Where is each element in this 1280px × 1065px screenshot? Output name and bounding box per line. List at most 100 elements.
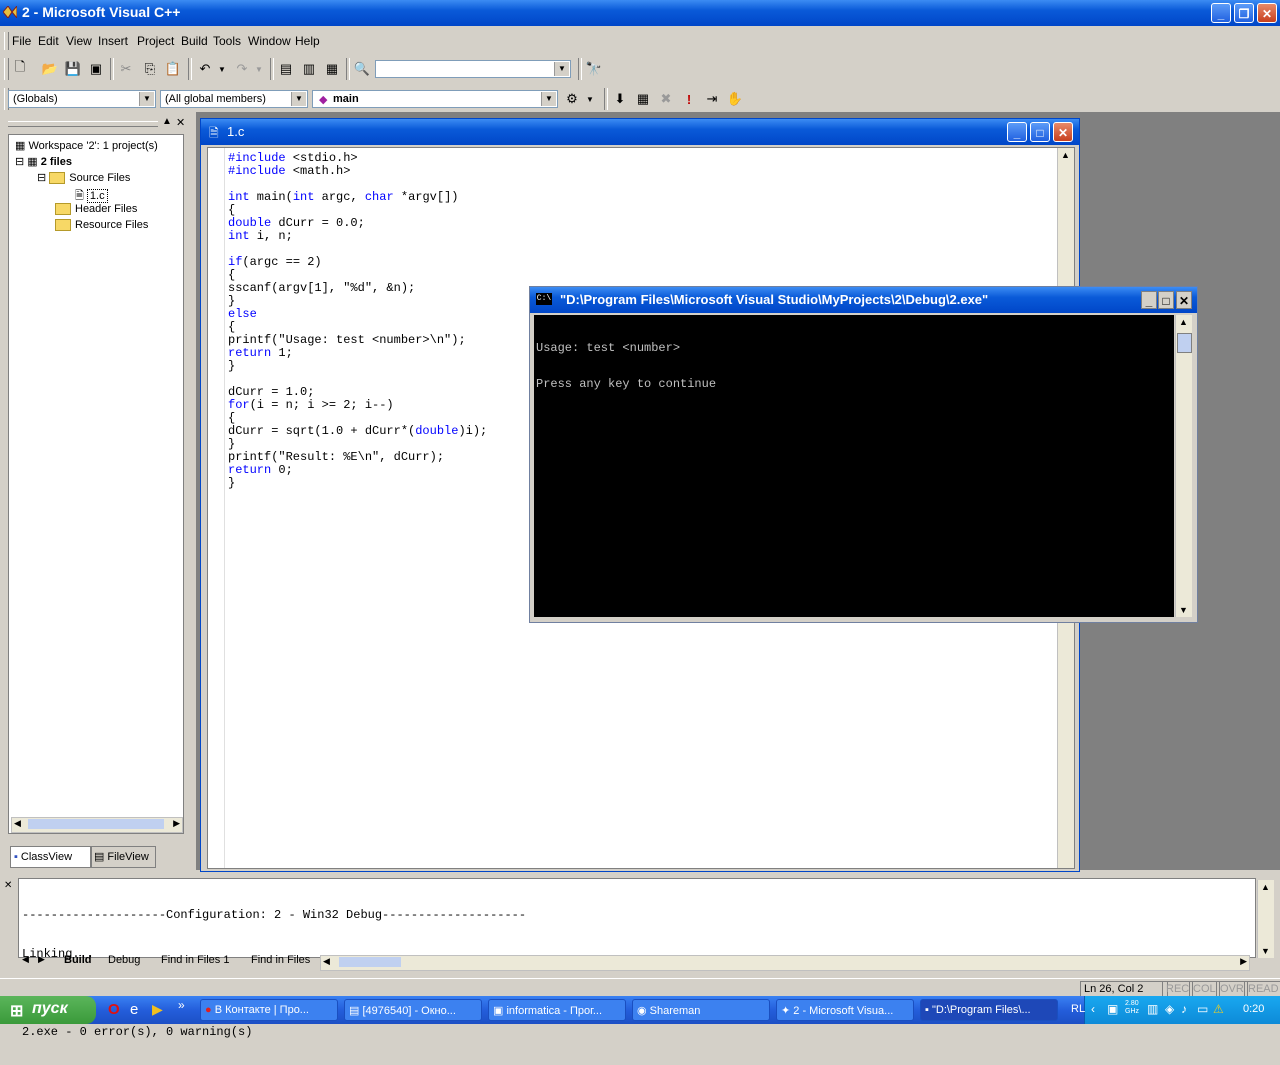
save-icon[interactable]: 💾 <box>63 59 83 79</box>
editor-maximize-button[interactable]: □ <box>1030 122 1050 142</box>
scope-combo[interactable]: (Globals) ▼ <box>8 90 156 108</box>
open-folder-icon[interactable]: 📂 <box>40 59 60 79</box>
scroll-left-icon[interactable]: ◀ <box>323 956 330 967</box>
volume-icon[interactable]: ♪ <box>1181 1002 1187 1016</box>
tab-fileview[interactable]: ▤ FileView <box>90 846 156 868</box>
members-combo[interactable]: (All global members) ▼ <box>160 90 308 108</box>
go-icon[interactable]: ⇥ <box>702 89 722 109</box>
editor-title-bar[interactable]: 🗎 1.c _ □ ✕ <box>201 119 1079 145</box>
scroll-left-icon[interactable]: ◀ <box>14 818 21 829</box>
workspace-toggle-icon[interactable]: ▤ <box>276 59 296 79</box>
scroll-right-icon[interactable]: ▶ <box>173 818 180 829</box>
menu-tools[interactable]: Tools <box>213 34 241 48</box>
output-close-icon[interactable]: ✕ <box>4 880 12 891</box>
task-visual-cpp[interactable]: ✦ 2 - Microsoft Visua... <box>776 999 914 1021</box>
app-title-bar[interactable]: 2 - Microsoft Visual C++ _ ❐ ✕ <box>0 0 1280 26</box>
find-in-files-icon[interactable]: 🔍 <box>352 59 372 79</box>
find-combo[interactable]: ▼ <box>375 60 571 78</box>
scroll-right-icon[interactable]: ▶ <box>1240 956 1247 967</box>
scroll-down-icon[interactable]: ▼ <box>1261 946 1270 956</box>
menu-file[interactable]: File <box>12 34 31 48</box>
tray-expand-icon[interactable]: ‹ <box>1091 1002 1095 1016</box>
task-console[interactable]: ▪ "D:\Program Files\... <box>920 999 1058 1021</box>
console-title-bar[interactable]: C:\ "D:\Program Files\Microsoft Visual S… <box>530 287 1197 313</box>
build-icon[interactable]: ▦ <box>633 89 653 109</box>
output-scrollbar[interactable]: ▲ ▼ <box>1257 880 1274 958</box>
quicklaunch-more-icon[interactable]: » <box>178 998 185 1012</box>
panel-maximize-icon[interactable]: ▲ <box>162 116 172 127</box>
code-text[interactable]: #include <stdio.h> #include <math.h> int m… <box>228 152 487 490</box>
scroll-up-icon[interactable]: ▲ <box>1261 882 1270 892</box>
gutter[interactable] <box>208 148 225 868</box>
media-player-icon[interactable]: ▶ <box>152 1001 163 1018</box>
undo-dropdown-icon[interactable]: ▼ <box>212 59 232 79</box>
function-combo[interactable]: ◆ main ▼ <box>312 90 558 108</box>
tab-find-in-files-1[interactable]: Find in Files 1 <box>161 954 229 966</box>
paste-icon[interactable]: 📋 <box>163 59 183 79</box>
scroll-up-icon[interactable]: ▲ <box>1061 150 1070 160</box>
scroll-up-icon[interactable]: ▲ <box>1179 317 1188 327</box>
menu-project[interactable]: Project <box>137 34 174 48</box>
minimize-button[interactable]: _ <box>1211 3 1231 23</box>
toolbar-grip[interactable] <box>4 58 9 80</box>
opera-icon[interactable]: O <box>108 1001 120 1018</box>
new-file-icon[interactable]: 🗋 <box>10 59 30 79</box>
collapse-icon[interactable]: ⊟ <box>37 172 46 184</box>
start-button[interactable]: ⊞ пуск <box>0 996 96 1024</box>
task-shareman[interactable]: ◉ Shareman <box>632 999 770 1021</box>
language-indicator[interactable]: RL <box>1071 1003 1085 1015</box>
panel-close-icon[interactable]: ✕ <box>176 116 185 129</box>
chevron-down-icon[interactable]: ▼ <box>554 62 569 76</box>
close-button[interactable]: ✕ <box>1257 3 1277 23</box>
warning-icon[interactable]: ⚠ <box>1213 1002 1224 1016</box>
menu-edit[interactable]: Edit <box>38 34 59 48</box>
editor-close-button[interactable]: ✕ <box>1053 122 1073 142</box>
restore-button[interactable]: ❐ <box>1234 3 1254 23</box>
project-node[interactable]: ⊟ ▦ 2 files <box>15 155 72 168</box>
cpu-meter-icon[interactable]: ▥ <box>1147 1002 1158 1016</box>
tab-find-in-files-2[interactable]: Find in Files 2 <box>251 954 313 966</box>
cut-icon[interactable]: ✂ <box>116 59 136 79</box>
output-toggle-icon[interactable]: ▥ <box>299 59 319 79</box>
folder-header-files[interactable]: Header Files <box>55 203 137 216</box>
task-informatica[interactable]: ▣ informatica - Прог... <box>488 999 626 1021</box>
compile-icon[interactable]: ⬇ <box>610 89 630 109</box>
copy-icon[interactable]: ⎘ <box>140 59 160 79</box>
folder-resource-files[interactable]: Resource Files <box>55 219 148 232</box>
workspace-root[interactable]: ▦ Workspace '2': 1 project(s) <box>15 139 158 152</box>
output-hscrollbar[interactable]: ◀ ▶ <box>320 955 1250 971</box>
monitor-icon[interactable]: ▭ <box>1197 1002 1208 1016</box>
scroll-down-icon[interactable]: ▼ <box>1179 605 1188 615</box>
console-maximize-button[interactable]: □ <box>1158 291 1174 309</box>
stop-build-icon[interactable]: ✖ <box>656 89 676 109</box>
chevron-down-icon[interactable]: ▼ <box>139 92 154 106</box>
menu-build[interactable]: Build <box>181 34 208 48</box>
task-window[interactable]: ▤ [4976540] - Окно... <box>344 999 482 1021</box>
tray-app-icon[interactable]: ▣ <box>1107 1002 1118 1016</box>
folder-source-files[interactable]: ⊟ Source Files <box>37 171 130 185</box>
menu-insert[interactable]: Insert <box>98 34 128 48</box>
breakpoint-hand-icon[interactable]: ✋ <box>725 89 745 109</box>
wizard-action-icon[interactable]: ⚙ <box>562 89 582 109</box>
menu-help[interactable]: Help <box>295 34 320 48</box>
scroll-thumb[interactable] <box>339 957 401 967</box>
window-list-icon[interactable]: ▦ <box>322 59 342 79</box>
network-icon[interactable]: ◈ <box>1165 1002 1174 1016</box>
menu-window[interactable]: Window <box>248 34 291 48</box>
console-scrollbar[interactable]: ▲ ▼ <box>1175 315 1192 617</box>
panel-grip[interactable] <box>8 121 158 127</box>
tab-debug[interactable]: Debug <box>108 954 140 966</box>
collapse-icon[interactable]: ⊟ <box>15 156 24 168</box>
internet-explorer-icon[interactable]: e <box>130 1001 138 1018</box>
chevron-down-icon[interactable]: ▼ <box>291 92 306 106</box>
redo-dropdown-icon[interactable]: ▼ <box>249 59 269 79</box>
horizontal-scrollbar[interactable]: ◀ ▶ <box>11 817 183 833</box>
menu-view[interactable]: View <box>66 34 92 48</box>
find-icon[interactable]: 🔭 <box>584 59 604 79</box>
scroll-thumb[interactable] <box>1177 333 1192 353</box>
chevron-down-icon[interactable]: ▼ <box>541 92 556 106</box>
execute-icon[interactable]: ! <box>679 89 699 109</box>
build-output[interactable]: --------------------Configuration: 2 - W… <box>18 878 1256 1039</box>
save-all-icon[interactable]: ▣ <box>86 59 106 79</box>
tab-scroll-right-icon[interactable]: ▶ <box>38 954 45 965</box>
